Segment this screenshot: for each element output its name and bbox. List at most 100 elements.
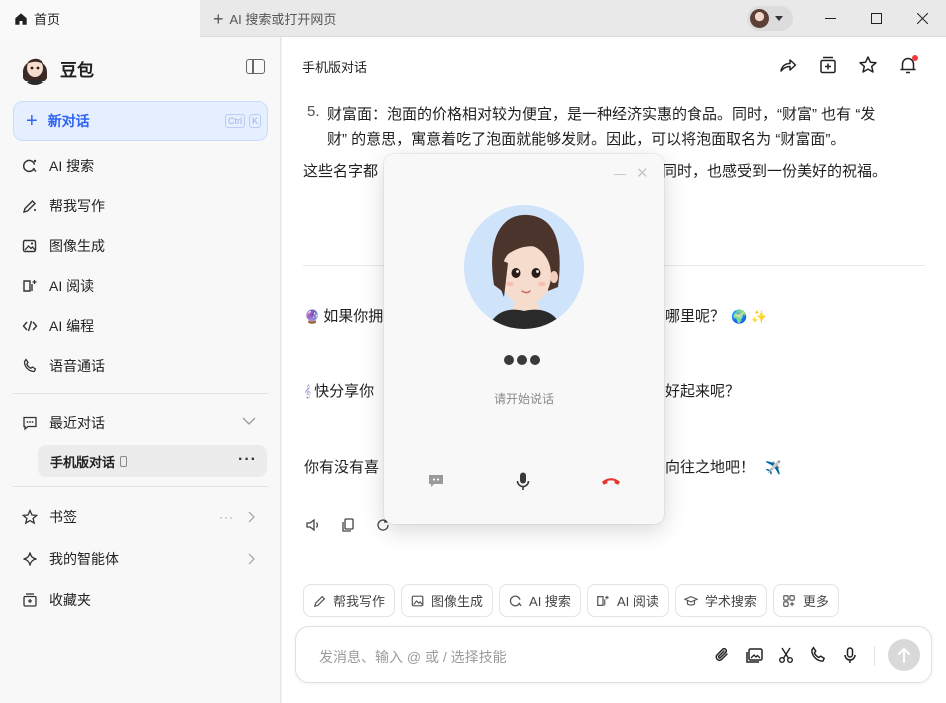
home-icon: [15, 12, 27, 25]
share-button[interactable]: [777, 54, 799, 76]
list-item-text: 财” 的意思，寓意着吃了泡面就能够发财。因此，可以将泡面取名为 “财富面”。: [327, 131, 846, 148]
send-button[interactable]: [888, 639, 920, 671]
sidebar-divider: [13, 486, 268, 487]
end-call-button[interactable]: [600, 470, 622, 492]
chip-ai-reading[interactable]: AI 阅读: [586, 584, 669, 617]
microphone-icon[interactable]: [840, 645, 860, 665]
microphone-icon: [516, 472, 530, 490]
close-icon: [916, 13, 928, 24]
sparkle-icon: [22, 551, 38, 567]
doubao-avatar-icon: [20, 51, 50, 85]
sidebar-collapse-icon[interactable]: [246, 59, 265, 74]
shortcut-key: Ctrl: [225, 114, 245, 128]
sidebar-item-label: AI 搜索: [49, 158, 95, 174]
list-item-number: 5.: [307, 103, 320, 120]
suggestion-item[interactable]: 🔮 如果你拥: [304, 304, 383, 329]
close-window-button[interactable]: [899, 0, 945, 37]
minimize-button[interactable]: [807, 0, 853, 37]
sidebar-item-bookmarks[interactable]: 书签 ···: [22, 507, 260, 527]
notifications-button[interactable]: [897, 54, 919, 76]
my-agents-label: 我的智能体: [49, 551, 119, 567]
tab-home[interactable]: 首页: [0, 0, 200, 37]
chip-more[interactable]: 更多: [772, 584, 839, 617]
sidebar-item-ai-search[interactable]: AI 搜索: [22, 155, 94, 177]
suggestion-text: 你有没有喜: [304, 459, 380, 476]
mobile-icon: [120, 455, 128, 467]
caret-down-icon: [775, 16, 783, 21]
profile-switcher[interactable]: [747, 6, 793, 31]
more-options-icon[interactable]: ···: [219, 510, 234, 524]
pen-icon: [312, 593, 327, 608]
favorites-label: 收藏夹: [49, 592, 91, 608]
copy-icon[interactable]: [339, 516, 357, 534]
summary-text: 同时，也感受到一份美好的祝福。: [662, 163, 888, 180]
sidebar-item-label: 图像生成: [49, 238, 105, 254]
crystal-ball-icon: 🔮: [304, 309, 321, 324]
plus-icon: +: [26, 110, 38, 132]
collection-add-icon: [820, 56, 836, 74]
recent-chat-title: 手机版对话: [50, 454, 116, 470]
attachment-icon[interactable]: [712, 645, 732, 665]
more-options-icon[interactable]: ···: [238, 451, 257, 469]
bookmarks-label: 书签: [49, 509, 77, 525]
chip-label: 学术搜索: [704, 594, 757, 609]
plus-icon: +: [213, 8, 224, 29]
chip-label: 更多: [802, 594, 829, 609]
minimize-icon[interactable]: [614, 174, 626, 175]
suggestion-item[interactable]: 向往之地吧！ ✈️: [665, 455, 781, 480]
suggestion-text: 向往之地吧！: [665, 459, 756, 476]
sidebar-item-ai-coding[interactable]: AI 编程: [22, 315, 94, 337]
image-upload-icon[interactable]: [744, 645, 764, 665]
subtitles-button[interactable]: [425, 470, 447, 492]
star-icon: [22, 509, 38, 525]
maximize-icon: [870, 13, 882, 24]
chevron-right-icon: [248, 511, 255, 523]
recent-chat-item[interactable]: 手机版对话 ···: [38, 445, 267, 477]
call-status-text: 请开始说话: [493, 392, 554, 406]
code-icon: [22, 318, 38, 334]
sidebar-item-ai-reading[interactable]: AI 阅读: [22, 275, 94, 297]
speaker-icon[interactable]: [304, 516, 322, 534]
suggestion-item[interactable]: 哪里呢？ 🌍 ✨: [665, 304, 767, 329]
title-bar: 首页 + AI 搜索或打开网页: [0, 0, 946, 37]
mute-button[interactable]: [512, 470, 534, 492]
reading-icon: [22, 278, 38, 294]
sidebar-item-label: 语音通话: [49, 358, 105, 374]
chip-image-gen[interactable]: 图像生成: [401, 584, 494, 617]
sidebar-item-image-gen[interactable]: 图像生成: [22, 235, 105, 257]
new-chat-button[interactable]: + 新对话 Ctrl K: [13, 101, 268, 141]
chevron-right-icon: [248, 553, 255, 565]
tab-new-search[interactable]: + AI 搜索或打开网页: [213, 0, 336, 37]
suggestion-item[interactable]: 𝄞 快分享你: [304, 379, 374, 404]
call-avatar: [464, 205, 584, 329]
list-item-text: 财富面：泡面的价格相对较为便宜，是一种经济实惠的食品。同时，“财富” 也有 “发: [327, 106, 876, 123]
sidebar-item-voice-call[interactable]: 语音通话: [22, 355, 105, 377]
favorites-box-icon: [22, 592, 38, 608]
close-icon[interactable]: ✕: [636, 166, 649, 182]
chat-bubble-icon: [429, 475, 443, 487]
recent-chats-header[interactable]: 最近对话: [22, 413, 262, 433]
share-icon: [780, 59, 797, 72]
chip-ai-search[interactable]: AI 搜索: [499, 584, 581, 617]
chip-academic-search[interactable]: 学术搜索: [674, 584, 767, 617]
suggestion-text: 快分享你: [314, 383, 375, 400]
globe-icon: 🌍: [731, 309, 748, 324]
phone-icon[interactable]: [808, 645, 828, 665]
favorite-button[interactable]: [857, 54, 879, 76]
sidebar-item-favorites[interactable]: 收藏夹: [22, 590, 260, 610]
more-grid-icon: [782, 593, 797, 608]
shortcut-key: K: [249, 114, 262, 128]
hang-up-icon: [602, 478, 620, 485]
scissors-icon[interactable]: [776, 645, 796, 665]
add-to-collection-button[interactable]: [817, 54, 839, 76]
brand[interactable]: 豆包: [20, 51, 94, 85]
tab-home-label: 首页: [34, 12, 61, 27]
maximize-button[interactable]: [853, 0, 899, 37]
tab-new-label: AI 搜索或打开网页: [229, 12, 337, 27]
chip-writing[interactable]: 帮我写作: [303, 584, 396, 617]
ai-search-icon: [508, 593, 523, 608]
chip-label: AI 搜索: [529, 594, 571, 609]
sidebar-item-writing[interactable]: 帮我写作: [22, 195, 105, 217]
sidebar-item-my-agents[interactable]: 我的智能体: [22, 549, 260, 569]
message-input[interactable]: 发消息、输入 @ 或 / 选择技能: [295, 626, 932, 683]
